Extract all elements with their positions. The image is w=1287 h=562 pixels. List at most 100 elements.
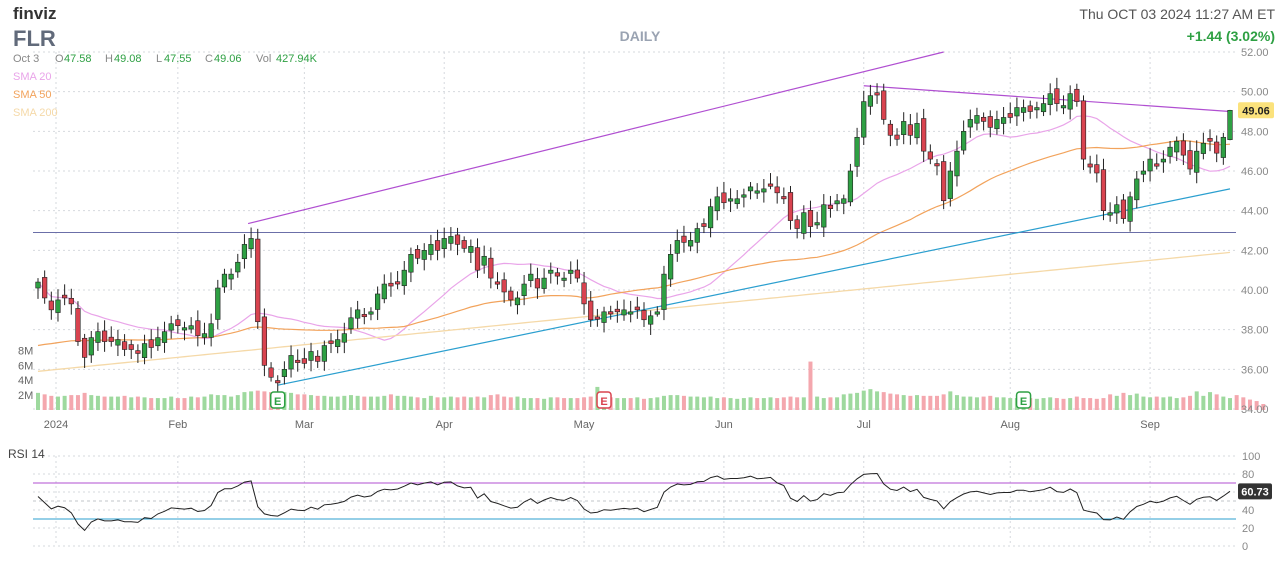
volume-bar [974,397,979,410]
volume-bar [1188,395,1193,410]
volume-bar [442,397,447,410]
candle-body [541,277,547,289]
rsi-panel [33,455,1236,547]
datetime-label: Thu OCT 03 2024 11:27 AM ET [1079,6,1275,22]
volume-bar [62,395,67,410]
volume-bar [821,398,826,410]
candle-body [741,194,747,198]
candle-body [135,350,141,354]
volume-tick-label: 4M [18,375,33,387]
volume-bar [788,396,793,410]
finviz-logo[interactable]: finviz [13,4,56,23]
candle-body [508,290,514,301]
volume-bar [768,397,773,410]
candle-body [601,311,607,323]
volume-bar [448,396,453,410]
volume-bar [681,395,686,410]
volume-bar [182,398,187,410]
volume-bar [921,395,926,410]
volume-bar [1074,396,1079,410]
ticker-symbol[interactable]: FLR [13,26,56,51]
candle-body [95,331,101,343]
volume-bar [235,395,240,410]
time-tick-label: Sep [1140,419,1160,431]
candle-body [854,136,860,167]
volume-bar [89,395,94,410]
volume-bar [129,397,134,410]
earnings-marker-label: E [600,396,607,408]
price-tick-label: 44.00 [1241,206,1269,218]
candle-body [155,337,161,347]
volume-tick-label: 2M [18,390,33,402]
volume-value: 427.94K [276,53,318,65]
candle-body [641,310,647,321]
candle-body [707,206,714,229]
volume-bar [482,397,487,410]
candle-body [468,246,474,253]
candle-body [388,282,394,287]
candle-body [1100,169,1107,211]
volume-bar [555,397,560,410]
candle-body [521,283,527,296]
candle-body [894,134,900,140]
candle-body [688,240,694,247]
volume-bar [1108,394,1113,410]
rsi-tick-label: 0 [1242,541,1248,553]
rsi-tick-label: 80 [1242,469,1254,481]
candle-body [981,116,987,122]
volume-bar [1208,392,1213,410]
axis-labels: 34.00 36.00 38.00 40.00 42.00 44.00 46.00 48.00… [18,47,1274,553]
volume-bar [229,396,234,410]
time-tick-label: Apr [436,419,453,431]
candle-body [1060,105,1067,109]
volume-bar [309,395,314,410]
candle-body [188,325,194,330]
volume-bar [55,396,60,410]
candle-body [534,278,541,289]
candle-body [747,186,754,192]
candle-body [1020,107,1027,113]
candle-body [128,344,134,350]
volume-bar [868,389,873,410]
volume-bar [934,395,939,410]
candle-body [335,339,341,347]
candle-body [734,198,740,205]
upper-trendline [247,51,944,225]
candle-body [801,212,807,234]
candle-body [1214,141,1220,154]
candle-body [281,369,287,377]
candle-body [1207,138,1213,142]
volume-bar [415,397,420,410]
volume-bar [69,395,74,410]
candle-body [787,192,794,221]
volume-bar [675,395,680,410]
volume-bar [455,397,460,410]
volume-bar [335,396,340,410]
candle-body [101,330,108,342]
candle-body [781,196,787,200]
candle-body [315,355,321,362]
candle-body [275,380,281,384]
candle-body [807,210,814,227]
volume-bar [402,395,407,410]
candle-body [421,250,427,260]
volume-bar [1168,396,1173,410]
volume-bar [249,391,254,410]
candle-body [35,281,41,289]
volume-bar [1121,392,1126,410]
candle-body [1047,93,1053,105]
volume-bar [881,392,886,410]
candle-body [501,279,507,293]
volume-bar [701,397,706,410]
candle-body [568,269,574,274]
candle-body [141,343,148,358]
candle-body [834,200,840,205]
low-value: 47.55 [164,53,192,65]
volume-bar [588,396,593,410]
candle-body [887,123,893,136]
volume-bar [315,395,320,410]
timeframe-label[interactable]: DAILY [620,28,661,44]
candle-body [1080,100,1087,160]
volume-bar [428,395,433,410]
volume-bar [622,398,627,410]
